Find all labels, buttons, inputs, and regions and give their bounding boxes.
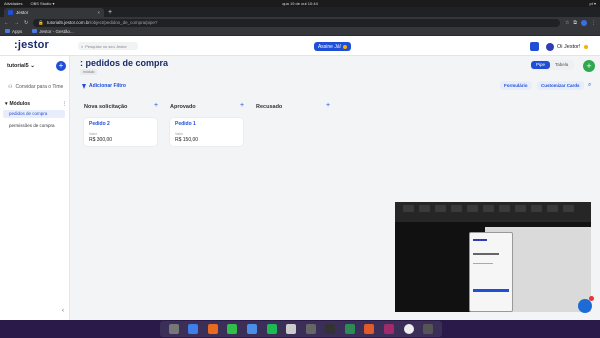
- invite-team-link[interactable]: ⚇ Convidar para o Time: [8, 84, 63, 90]
- bookmark-apps[interactable]: Apps: [5, 29, 22, 34]
- url-path: /object/pedidos_de_compra/pipe?: [89, 20, 158, 25]
- search-icon: ⌕: [81, 43, 84, 49]
- customizar-cards-button[interactable]: Customizar Cards: [537, 81, 584, 90]
- user-menu[interactable]: Oi Jestor!: [546, 42, 588, 51]
- chrome-icon[interactable]: [247, 324, 258, 334]
- card-title: Pedido 1: [175, 121, 196, 127]
- user-greeting: Oi Jestor!: [557, 43, 581, 50]
- bookmarks-bar: Apps Jestor - Gestão...: [0, 28, 600, 36]
- presentation-icon[interactable]: [364, 324, 375, 334]
- view-toggle: Pipe Tabela: [530, 60, 575, 70]
- app-grid-icon[interactable]: [423, 324, 434, 334]
- card-field-value: R$ 150,00: [175, 137, 199, 143]
- sidebar: tutorial5 ⌄ + ⚇ Convidar para o Time ▾ M…: [0, 56, 70, 320]
- obs-icon[interactable]: [403, 324, 414, 334]
- add-filter-button[interactable]: Adicionar Filtro: [82, 83, 126, 89]
- collapse-sidebar-icon[interactable]: ‹: [62, 308, 64, 314]
- search-input[interactable]: ⌕ Pesquise no seu Jestor: [78, 42, 138, 50]
- spreadsheet-icon[interactable]: [344, 324, 355, 334]
- terminal-icon[interactable]: [325, 324, 336, 334]
- add-card-icon[interactable]: +: [326, 102, 330, 109]
- page-title: : pedidos de compra: [80, 58, 169, 68]
- app-icon[interactable]: [286, 324, 297, 334]
- extensions-icon[interactable]: ⧉: [573, 20, 577, 26]
- add-card-icon[interactable]: +: [240, 102, 244, 109]
- menu-icon[interactable]: ⋮: [591, 20, 596, 26]
- spotify-icon[interactable]: [266, 324, 277, 334]
- card-title: Pedido 2: [89, 121, 110, 127]
- bookmark-star-icon[interactable]: ☆: [565, 20, 569, 26]
- workspace-selector[interactable]: tutorial5 ⌄: [7, 63, 35, 69]
- taskbar-dock: [160, 321, 442, 337]
- more-options-icon[interactable]: ⋮: [62, 101, 67, 107]
- tab-title: Jestor: [16, 10, 29, 15]
- os-top-bar: Atividades OBS Studio ▾ qua 19 de out 10…: [0, 0, 600, 7]
- card-field-value: R$ 300,00: [89, 137, 113, 143]
- chat-widget-button[interactable]: [578, 299, 592, 313]
- screen-recorder-icon[interactable]: [383, 324, 394, 334]
- close-tab-icon[interactable]: ×: [97, 10, 100, 15]
- user-star-icon: [583, 44, 588, 49]
- column-title: Nova solicitação: [84, 104, 128, 110]
- app-header: :jestor ⌕ Pesquise no seu Jestor Assine …: [0, 36, 600, 56]
- star-icon: [343, 44, 348, 49]
- module-tag: módulo: [80, 69, 98, 75]
- jestor-bookmark-icon: [32, 29, 38, 33]
- chevron-down-icon: ⌄: [30, 63, 35, 69]
- tab-pipe[interactable]: Pipe: [531, 61, 551, 69]
- lock-icon: 🔒: [38, 19, 44, 25]
- settings-icon[interactable]: [305, 324, 316, 334]
- modules-header[interactable]: ▾ Módulos ⋮: [5, 101, 67, 107]
- bookmark-jestor[interactable]: Jestor - Gestão...: [32, 29, 74, 34]
- webcam-overlay: [395, 202, 591, 312]
- card-field-label: Valor: [175, 132, 183, 136]
- user-avatar: [546, 42, 554, 51]
- filter-icon: [82, 83, 86, 89]
- address-bar: ← → ↻ 🔒 tutorial5.jestor.com.br/object/p…: [0, 17, 600, 28]
- url-host: tutorial5.jestor.com.br: [46, 20, 90, 25]
- formulario-button[interactable]: Formulário: [500, 81, 532, 90]
- sidebar-item-pedidos[interactable]: pedidos de compra: [3, 110, 65, 118]
- browser-tab[interactable]: Jestor ×: [4, 8, 104, 17]
- tab-strip: Jestor × +: [0, 7, 600, 17]
- new-tab-button[interactable]: +: [104, 8, 116, 17]
- whatsapp-icon[interactable]: [227, 324, 238, 334]
- column-title: Aprovado: [170, 104, 196, 110]
- notification-badge: [589, 296, 594, 301]
- kanban-card[interactable]: Pedido 2 Valor R$ 300,00: [84, 118, 157, 146]
- kanban-card[interactable]: Pedido 1 Valor R$ 150,00: [170, 118, 243, 146]
- editor-icon[interactable]: [188, 324, 199, 334]
- phone-image: [469, 232, 513, 312]
- card-field-label: Valor: [89, 132, 97, 136]
- add-button[interactable]: +: [56, 61, 66, 71]
- back-icon[interactable]: ←: [4, 20, 9, 26]
- board-search-icon[interactable]: ⌕: [588, 82, 591, 89]
- add-card-icon[interactable]: +: [154, 102, 158, 109]
- caret-down-icon: ▾: [5, 101, 8, 107]
- files-icon[interactable]: [168, 324, 179, 334]
- profile-avatar[interactable]: [581, 19, 587, 26]
- add-user-icon: ⚇: [8, 84, 13, 90]
- forward-icon[interactable]: →: [14, 20, 19, 26]
- assine-button[interactable]: Assine Já!: [314, 42, 351, 51]
- add-record-button[interactable]: +: [583, 60, 595, 72]
- assine-label: Assine Já!: [317, 43, 342, 50]
- column-title: Recusado: [256, 104, 283, 110]
- os-clock[interactable]: qua 19 de out 10:44: [0, 1, 600, 6]
- apps-grid-icon: [5, 29, 10, 33]
- search-placeholder: Pesquise no seu Jestor: [85, 43, 127, 49]
- notifications-button[interactable]: [530, 42, 539, 51]
- jestor-logo[interactable]: :jestor: [14, 39, 49, 51]
- tab-tabela[interactable]: Tabela: [550, 61, 573, 69]
- firefox-icon[interactable]: [207, 324, 218, 334]
- url-field[interactable]: 🔒 tutorial5.jestor.com.br/object/pedidos…: [33, 18, 560, 27]
- keyboard-image: [395, 202, 591, 222]
- sidebar-item-permissoes[interactable]: permissões de compra: [3, 122, 65, 130]
- reload-icon[interactable]: ↻: [24, 20, 28, 26]
- jestor-favicon-icon: [8, 10, 13, 15]
